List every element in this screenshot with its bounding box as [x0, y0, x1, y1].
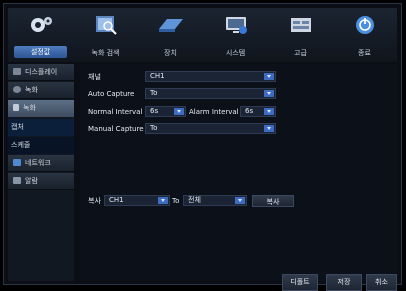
- normal-interval-select[interactable]: 6s: [145, 106, 186, 117]
- chevron-down-icon: [264, 125, 274, 132]
- menu-label: 녹화: [25, 86, 38, 94]
- capture-settings-panel: 채널 CH1 Auto Capture To Normal Interval 6…: [80, 64, 397, 291]
- chevron-down-icon: [264, 73, 274, 80]
- copy-to-select[interactable]: 전체: [183, 195, 247, 206]
- tab-record-search[interactable]: 녹화 검색: [73, 8, 138, 62]
- chevron-down-icon: [264, 108, 274, 115]
- copy-to-value: 전체: [188, 196, 201, 204]
- menu-item-capture[interactable]: 캡처: [8, 119, 74, 136]
- auto-capture-label: Auto Capture: [88, 90, 135, 98]
- chevron-down-icon: [158, 197, 168, 204]
- manual-capture-value: To: [150, 124, 158, 132]
- channel-label: 채널: [88, 73, 101, 81]
- network-icon: [13, 159, 21, 166]
- menu-item-record-sub[interactable]: 녹화: [8, 100, 74, 117]
- auto-capture-select[interactable]: To: [145, 88, 276, 99]
- hard-disk-icon: [158, 19, 183, 32]
- channel-select[interactable]: CH1: [145, 71, 276, 82]
- tab-label: 설정값: [14, 46, 67, 58]
- default-button[interactable]: 디폴트: [282, 274, 318, 291]
- menu-item-network[interactable]: 네트워크: [8, 155, 74, 172]
- record-icon: [13, 86, 21, 93]
- normal-interval-value: 6s: [150, 107, 159, 115]
- tab-exit[interactable]: 종료: [332, 8, 397, 62]
- manual-capture-label: Manual Capture: [88, 125, 144, 133]
- copy-from-select[interactable]: CH1: [104, 195, 170, 206]
- tab-setup[interactable]: 설정값: [8, 8, 73, 62]
- tab-label: 녹화 검색: [91, 49, 120, 57]
- cancel-button[interactable]: 취소: [366, 274, 397, 291]
- auto-capture-value: To: [150, 89, 158, 97]
- alarm-interval-label: Alarm Interval: [189, 108, 239, 116]
- chevron-down-icon: [174, 108, 184, 115]
- record-subicon: [13, 104, 19, 111]
- alarm-interval-value: 6s: [245, 107, 254, 115]
- save-button[interactable]: 저장: [326, 274, 362, 291]
- menu-label: 캡처: [11, 123, 24, 131]
- chevron-down-icon: [235, 197, 245, 204]
- menu-label: 스케줄: [11, 141, 31, 149]
- top-menu-bar: 설정값 녹화 검색 장치 시스템 고급 종료: [8, 8, 397, 62]
- menu-label: 녹화: [23, 104, 36, 112]
- normal-interval-label: Normal Interval: [88, 108, 143, 116]
- tab-device[interactable]: 장치: [138, 8, 203, 62]
- alarm-icon: [13, 177, 21, 184]
- grid-panel-icon: [290, 18, 311, 32]
- manual-capture-select[interactable]: To: [145, 123, 276, 134]
- tab-label: 장치: [164, 49, 177, 57]
- tab-label: 시스템: [225, 49, 246, 57]
- chevron-down-icon: [264, 90, 274, 97]
- gear-icon: [30, 17, 52, 32]
- menu-item-schedule[interactable]: 스케줄: [8, 137, 74, 154]
- tab-label: 고급: [294, 49, 307, 57]
- power-icon: [355, 16, 374, 34]
- display-icon: [13, 68, 21, 75]
- copy-label: 복사: [88, 197, 101, 205]
- menu-item-alarm[interactable]: 알람: [8, 173, 74, 190]
- menu-label: 디스플레이: [25, 68, 58, 76]
- monitor-icon: [225, 17, 247, 34]
- tab-system[interactable]: 시스템: [203, 8, 268, 62]
- copy-from-value: CH1: [109, 196, 124, 204]
- left-menu: 디스플레이 녹화 녹화 캡처 스케줄 네트워크 알람: [8, 64, 74, 281]
- menu-label: 알람: [25, 177, 38, 185]
- tab-advanced[interactable]: 고급: [268, 8, 333, 62]
- menu-item-display[interactable]: 디스플레이: [8, 64, 74, 81]
- menu-label: 네트워크: [25, 159, 51, 167]
- alarm-interval-select[interactable]: 6s: [240, 106, 276, 117]
- copy-to-label: To: [172, 197, 180, 205]
- copy-button[interactable]: 복사: [252, 195, 294, 207]
- video-search-icon: [95, 16, 117, 35]
- channel-value: CH1: [150, 72, 165, 80]
- tab-label: 종료: [358, 49, 371, 57]
- menu-item-record[interactable]: 녹화: [8, 82, 74, 99]
